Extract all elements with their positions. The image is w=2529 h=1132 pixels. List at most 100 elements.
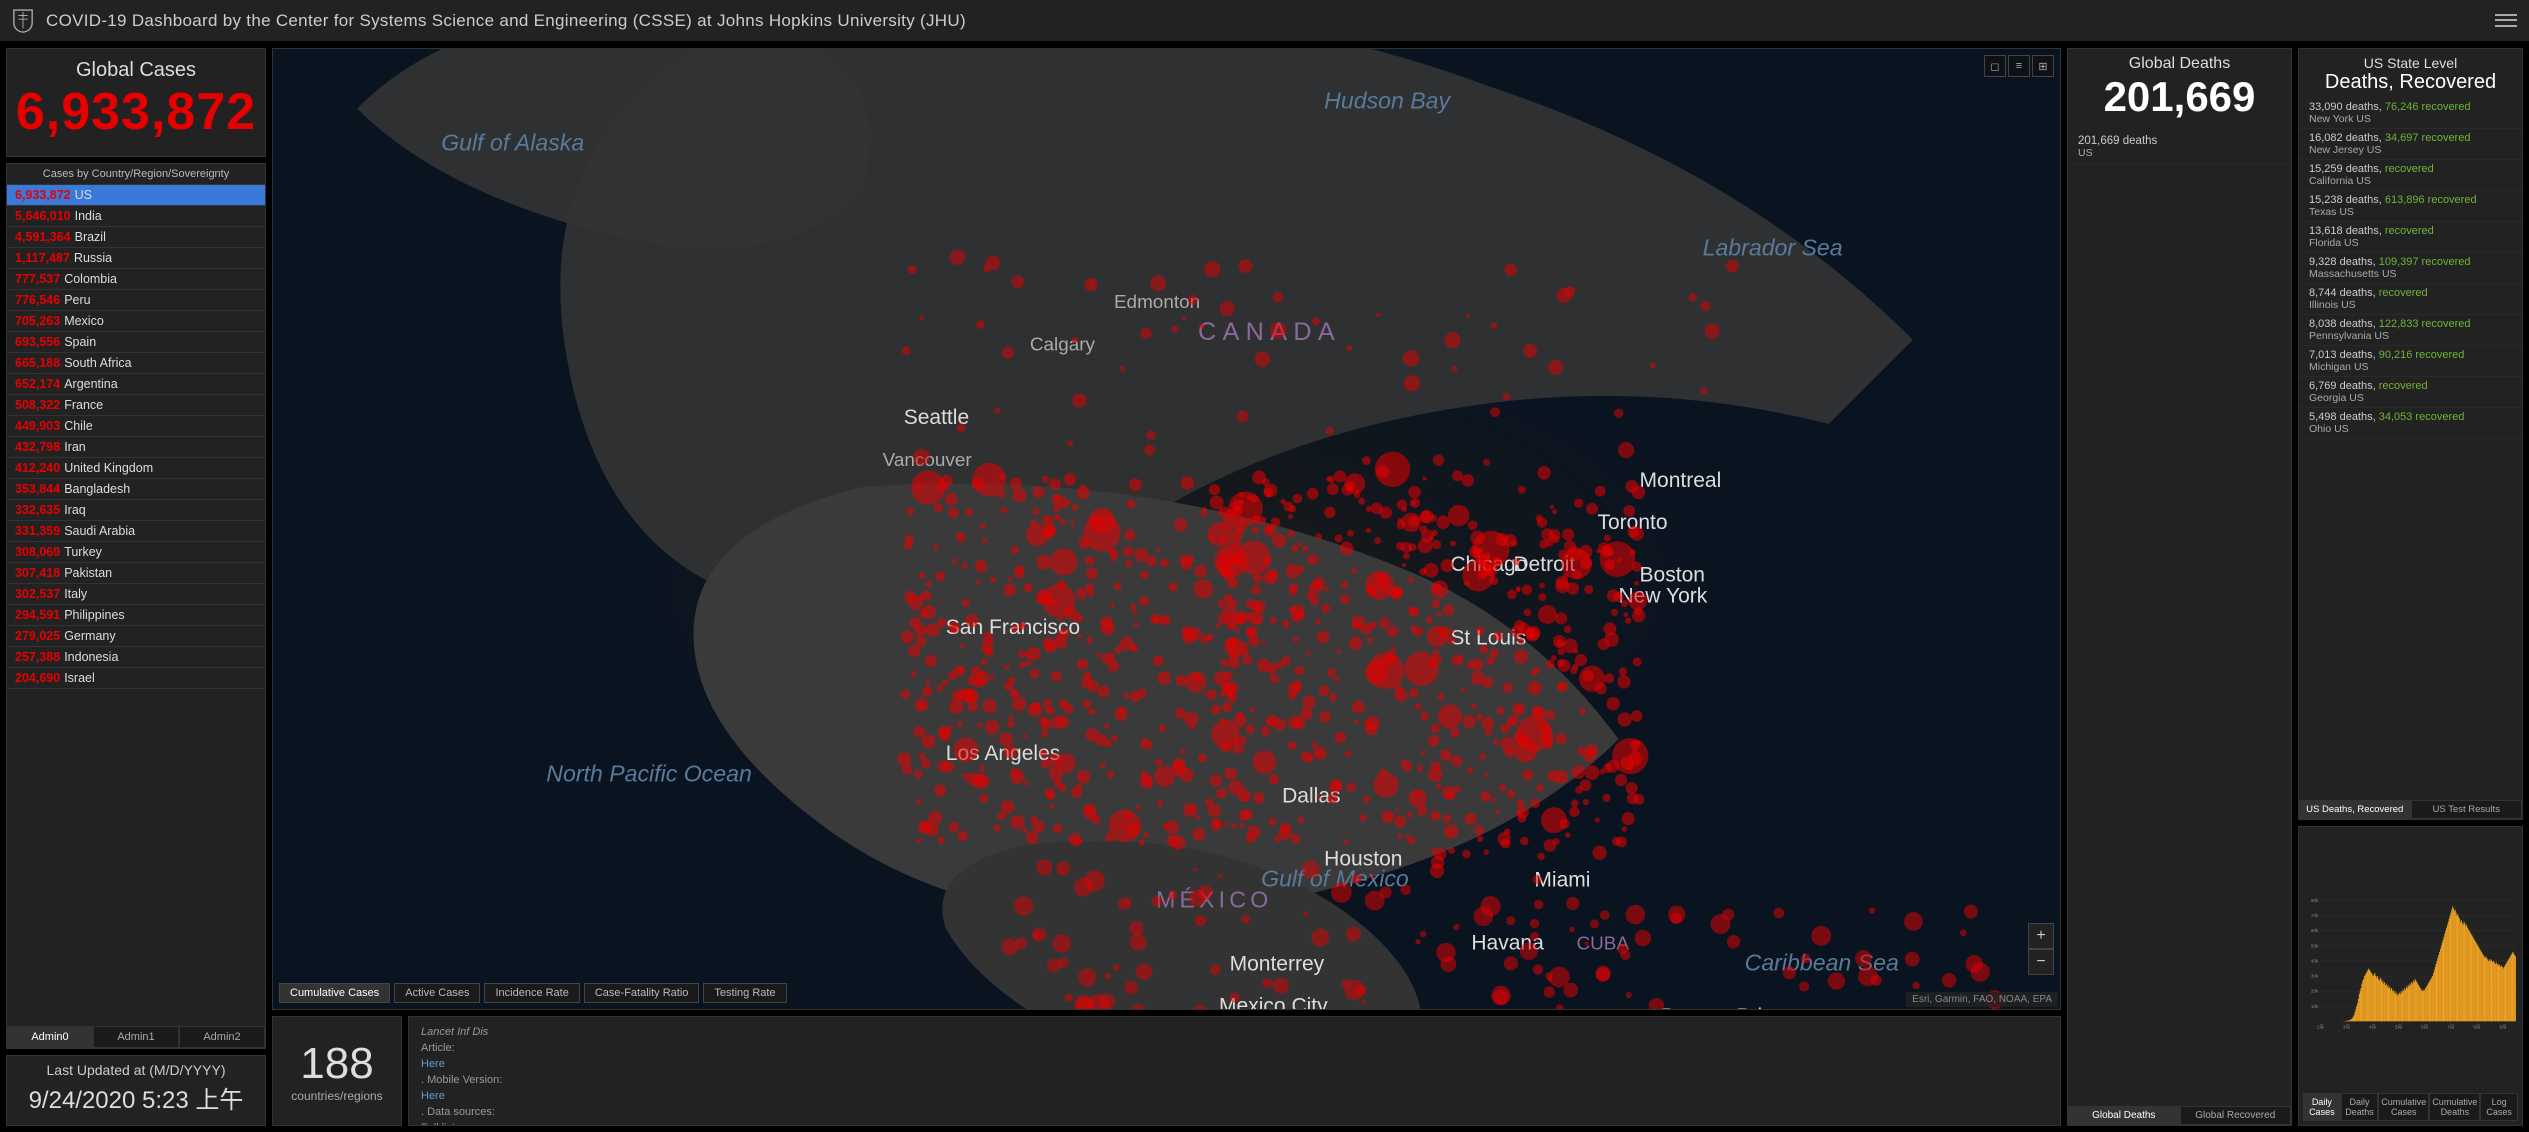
hamburger-menu-icon[interactable] xyxy=(2495,10,2517,32)
jhu-shield-icon xyxy=(12,8,34,34)
deaths-tab[interactable]: Global Deaths xyxy=(2068,1106,2180,1125)
country-item[interactable]: 777,537Colombia xyxy=(7,269,265,290)
chart-tab[interactable]: Log Cases xyxy=(2480,1093,2518,1121)
svg-text:6月: 6月 xyxy=(2421,1025,2428,1031)
svg-text:8月: 8月 xyxy=(2473,1025,2480,1031)
zoom-out-button[interactable]: − xyxy=(2028,949,2054,975)
svg-text:9月: 9月 xyxy=(2499,1025,2506,1031)
basemap-icon[interactable]: ⊞ xyxy=(2032,55,2054,77)
admin-tabs: Admin0Admin1Admin2 xyxy=(7,1026,265,1048)
map-tabs: Cumulative CasesActive CasesIncidence Ra… xyxy=(279,983,787,1003)
svg-text:Houston: Houston xyxy=(1324,847,1402,870)
svg-text:10k: 10k xyxy=(2311,1004,2319,1009)
state-level-panel: US State Level Deaths, Recovered 33,090 … xyxy=(2298,48,2523,820)
svg-text:80k: 80k xyxy=(2311,898,2319,903)
country-item[interactable]: 508,322France xyxy=(7,395,265,416)
map-attribution: Esri, Garmin, FAO, NOAA, EPA xyxy=(1906,992,2058,1007)
chart-tab[interactable]: Cumulative Cases xyxy=(2378,1093,2429,1121)
map-zoom: + − xyxy=(2028,923,2054,975)
chart-tab[interactable]: Daily Deaths xyxy=(2341,1093,2379,1121)
svg-text:60k: 60k xyxy=(2311,928,2319,933)
map-tools: ◻ ≡ ⊞ xyxy=(1984,55,2054,77)
country-item[interactable]: 4,591,364Brazil xyxy=(7,227,265,248)
country-list[interactable]: 6,933,872US5,646,010India4,591,364Brazil… xyxy=(7,185,265,1026)
country-item[interactable]: 302,537Italy xyxy=(7,584,265,605)
map-tab[interactable]: Case-Fatality Ratio xyxy=(584,983,700,1003)
country-item[interactable]: 307,418Pakistan xyxy=(7,563,265,584)
country-item[interactable]: 294,591Philippines xyxy=(7,605,265,626)
chart-tab[interactable]: Daily Cases xyxy=(2303,1093,2341,1121)
global-deaths-tabs: Global DeathsGlobal Recovered xyxy=(2068,1106,2291,1125)
svg-text:Boston: Boston xyxy=(1640,564,1705,587)
country-item[interactable]: 776,546Peru xyxy=(7,290,265,311)
svg-text:Montreal: Montreal xyxy=(1640,469,1722,492)
state-item[interactable]: 8,038 deaths, 122,833 recoveredPennsylva… xyxy=(2299,315,2522,346)
global-deaths-list[interactable]: 201,669 deathsUS xyxy=(2068,131,2291,1106)
svg-text:20k: 20k xyxy=(2311,989,2319,994)
svg-text:7月: 7月 xyxy=(2447,1025,2454,1031)
state-item[interactable]: 15,238 deaths, 613,896 recoveredTexas US xyxy=(2299,191,2522,222)
country-item[interactable]: 308,069Turkey xyxy=(7,542,265,563)
state-item[interactable]: 13,618 deaths, recoveredFlorida US xyxy=(2299,222,2522,253)
state-item[interactable]: 16,082 deaths, 34,697 recoveredNew Jerse… xyxy=(2299,129,2522,160)
state-list[interactable]: 33,090 deaths, 76,246 recoveredNew York … xyxy=(2299,98,2522,800)
country-item[interactable]: 693,556Spain xyxy=(7,332,265,353)
map-tab[interactable]: Active Cases xyxy=(394,983,480,1003)
country-item[interactable]: 353,844Bangladesh xyxy=(7,479,265,500)
deaths-item[interactable]: 201,669 deathsUS xyxy=(2068,131,2291,164)
state-tab[interactable]: US Deaths, Recovered xyxy=(2299,800,2411,819)
country-item[interactable]: 5,646,010India xyxy=(7,206,265,227)
map-panel[interactable]: Gulf of Alaska Hudson Bay North Pacific … xyxy=(272,48,2061,1010)
state-item[interactable]: 33,090 deaths, 76,246 recoveredNew York … xyxy=(2299,98,2522,129)
global-deaths-label: Global Deaths xyxy=(2068,55,2291,73)
map-tab[interactable]: Incidence Rate xyxy=(484,983,579,1003)
state-item[interactable]: 15,259 deaths, recoveredCalifornia US xyxy=(2299,160,2522,191)
state-item[interactable]: 7,013 deaths, 90,216 recoveredMichigan U… xyxy=(2299,346,2522,377)
chart-canvas[interactable]: 10k20k30k40k50k60k70k80k2月3月4月5月6月7月8月9月 xyxy=(2303,835,2518,1093)
svg-text:Hudson Bay: Hudson Bay xyxy=(1324,88,1451,114)
regions-panel: 188 countries/regions xyxy=(272,1016,402,1126)
map-canvas[interactable]: Gulf of Alaska Hudson Bay North Pacific … xyxy=(273,49,2060,1009)
svg-text:70k: 70k xyxy=(2311,913,2319,918)
country-item[interactable]: 204,690Israel xyxy=(7,668,265,689)
last-updated-value: 9/24/2020 5:23 上午 xyxy=(7,1080,265,1115)
global-cases-value: 6,933,872 xyxy=(7,82,265,142)
state-item[interactable]: 9,328 deaths, 109,397 recoveredMassachus… xyxy=(2299,253,2522,284)
country-item[interactable]: 665,188South Africa xyxy=(7,353,265,374)
country-item[interactable]: 1,117,487Russia xyxy=(7,248,265,269)
country-item[interactable]: 257,388Indonesia xyxy=(7,647,265,668)
state-item[interactable]: 8,744 deaths, recoveredIllinois US xyxy=(2299,284,2522,315)
svg-text:Miami: Miami xyxy=(1534,868,1590,891)
map-tab[interactable]: Testing Rate xyxy=(703,983,786,1003)
chart-panel: 10k20k30k40k50k60k70k80k2月3月4月5月6月7月8月9月… xyxy=(2298,826,2523,1126)
deaths-tab[interactable]: Global Recovered xyxy=(2180,1106,2292,1125)
map-tab[interactable]: Cumulative Cases xyxy=(279,983,390,1003)
admin-tab[interactable]: Admin0 xyxy=(7,1026,93,1048)
svg-text:Calgary: Calgary xyxy=(1030,334,1096,355)
country-item[interactable]: 332,635Iraq xyxy=(7,500,265,521)
global-deaths-value: 201,669 xyxy=(2068,73,2291,121)
country-item[interactable]: 652,174Argentina xyxy=(7,374,265,395)
svg-text:Gulf of Alaska: Gulf of Alaska xyxy=(441,130,584,156)
country-item[interactable]: 331,359Saudi Arabia xyxy=(7,521,265,542)
bookmark-icon[interactable]: ◻ xyxy=(1984,55,2006,77)
state-item[interactable]: 6,769 deaths, recoveredGeorgia US xyxy=(2299,377,2522,408)
country-item[interactable]: 705,263Mexico xyxy=(7,311,265,332)
state-item[interactable]: 5,498 deaths, 34,053 recoveredOhio US xyxy=(2299,408,2522,439)
zoom-in-button[interactable]: + xyxy=(2028,923,2054,949)
country-item[interactable]: 449,903Chile xyxy=(7,416,265,437)
state-level-sub: Deaths, Recovered xyxy=(2299,71,2522,94)
legend-icon[interactable]: ≡ xyxy=(2008,55,2030,77)
admin-tab[interactable]: Admin1 xyxy=(93,1026,179,1048)
country-item[interactable]: 6,933,872US xyxy=(7,185,265,206)
state-tab[interactable]: US Test Results xyxy=(2411,800,2523,819)
country-item[interactable]: 432,798Iran xyxy=(7,437,265,458)
svg-text:5月: 5月 xyxy=(2395,1025,2402,1031)
chart-tab[interactable]: Cumulative Deaths xyxy=(2429,1093,2480,1121)
global-cases-label: Global Cases xyxy=(7,59,265,82)
country-item[interactable]: 412,240United Kingdom xyxy=(7,458,265,479)
svg-text:Monterrey: Monterrey xyxy=(1230,952,1325,975)
last-updated-label: Last Updated at (M/D/YYYY) xyxy=(7,1062,265,1078)
admin-tab[interactable]: Admin2 xyxy=(179,1026,265,1048)
country-item[interactable]: 279,025Germany xyxy=(7,626,265,647)
